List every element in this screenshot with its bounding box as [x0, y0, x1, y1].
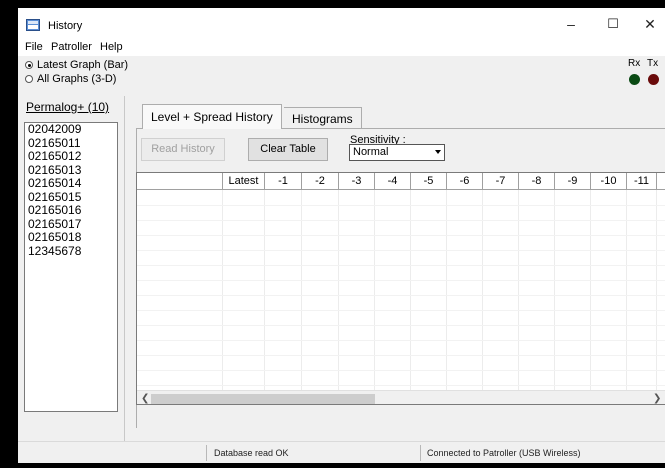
chevron-down-icon	[435, 150, 441, 154]
sensitivity-select[interactable]: Normal	[349, 144, 445, 161]
grid-column-header: -11	[627, 173, 657, 190]
device-list-item[interactable]: 02165011	[25, 136, 117, 151]
scrollbar-thumb[interactable]	[151, 394, 375, 404]
window-title: History	[48, 20, 83, 32]
history-grid[interactable]: Latest -1 -2 -3 -4 -5 -6 -7 -8 -9 -10 -11 ❮ ❯	[136, 172, 665, 405]
menu-patroller[interactable]: Patroller	[51, 41, 92, 53]
grid-column-header: -9	[555, 173, 591, 190]
maximize-button[interactable]: ☐	[598, 14, 628, 34]
tx-label: Tx	[647, 58, 659, 69]
app-icon	[26, 19, 40, 31]
device-list-item[interactable]: 02165014	[25, 176, 117, 191]
device-list[interactable]: 02042009 02165011 02165012 02165013 02165014…	[24, 122, 118, 412]
tab-histograms[interactable]: Histograms	[284, 107, 362, 129]
grid-row-divider	[137, 220, 665, 221]
radio-latest-graph-label: Latest Graph (Bar)	[37, 59, 129, 71]
device-list-item[interactable]: 02165016	[25, 203, 117, 218]
radio-all-graphs[interactable]: All Graphs (3-D)	[25, 73, 116, 86]
grid-column-header: -5	[411, 173, 447, 190]
status-separator	[206, 445, 207, 461]
tx-indicator-light	[648, 74, 659, 85]
radio-all-graphs-label: All Graphs (3-D)	[37, 73, 117, 85]
grid-row-divider	[137, 325, 665, 326]
grid-header-row: Latest -1 -2 -3 -4 -5 -6 -7 -8 -9 -10 -11	[137, 173, 665, 190]
grid-row-divider	[137, 250, 665, 251]
device-list-item[interactable]: 02165012	[25, 149, 117, 164]
permalog-header[interactable]: Permalog+ (10)	[26, 100, 109, 114]
device-list-item[interactable]: 02165015	[25, 190, 117, 205]
status-cell-1	[22, 445, 202, 461]
status-separator	[420, 445, 421, 461]
device-list-item[interactable]: 02165017	[25, 217, 117, 232]
menu-bar: File Patroller Help	[18, 40, 665, 56]
menu-help[interactable]: Help	[100, 41, 123, 53]
rx-label: Rx	[628, 58, 641, 69]
grid-column-header: -6	[447, 173, 483, 190]
radio-latest-graph[interactable]: Latest Graph (Bar)	[25, 59, 128, 72]
left-pane: Permalog+ (10) 02042009 02165011 02165012 0…	[18, 96, 125, 441]
grid-row-divider	[137, 280, 665, 281]
status-bar: Database read OK Connected to Patroller …	[18, 441, 665, 463]
grid-column-header: Latest	[223, 173, 265, 190]
close-button[interactable]: ✕	[635, 14, 665, 34]
rx-indicator-light	[629, 74, 640, 85]
tab-level-spread-history[interactable]: Level + Spread History	[142, 104, 282, 129]
device-list-item[interactable]: 12345678	[25, 244, 117, 259]
device-list-item[interactable]: 02165013	[25, 163, 117, 178]
grid-row-divider	[137, 355, 665, 356]
clear-table-button[interactable]: Clear Table	[248, 138, 328, 161]
grid-row-divider	[137, 295, 665, 296]
grid-row-divider	[137, 205, 665, 206]
grid-column-header: -7	[483, 173, 519, 190]
grid-row-divider	[137, 310, 665, 311]
grid-row-divider	[137, 265, 665, 266]
minimize-button[interactable]: –	[556, 14, 586, 34]
device-list-item[interactable]: 02165018	[25, 230, 117, 245]
sensitivity-value: Normal	[353, 146, 389, 158]
scroll-left-arrow-icon[interactable]: ❮	[141, 393, 149, 404]
menu-file[interactable]: File	[25, 41, 43, 53]
read-history-button[interactable]: Read History	[141, 138, 225, 161]
grid-row-divider	[137, 370, 665, 371]
history-window: History – ☐ ✕ File Patroller Help Latest…	[18, 8, 665, 463]
grid-column-header: -3	[339, 173, 375, 190]
device-list-item[interactable]: 02042009	[25, 122, 117, 137]
grid-corner-header	[137, 173, 223, 190]
grid-row-divider	[137, 385, 665, 386]
grid-row-divider	[137, 235, 665, 236]
horizontal-scrollbar[interactable]: ❮ ❯	[137, 390, 665, 404]
radio-unchecked-icon	[25, 75, 33, 83]
status-connection: Connected to Patroller (USB Wireless)	[427, 448, 581, 458]
grid-column-header: -4	[375, 173, 411, 190]
grid-row-divider	[137, 340, 665, 341]
grid-column-header: -2	[302, 173, 339, 190]
scroll-right-arrow-icon[interactable]: ❯	[653, 393, 661, 404]
title-bar: History – ☐ ✕	[18, 8, 665, 40]
status-database: Database read OK	[214, 448, 289, 458]
radio-checked-icon	[25, 61, 33, 69]
grid-column-header: -1	[265, 173, 302, 190]
grid-column-header: -8	[519, 173, 555, 190]
grid-column-header: -10	[591, 173, 627, 190]
